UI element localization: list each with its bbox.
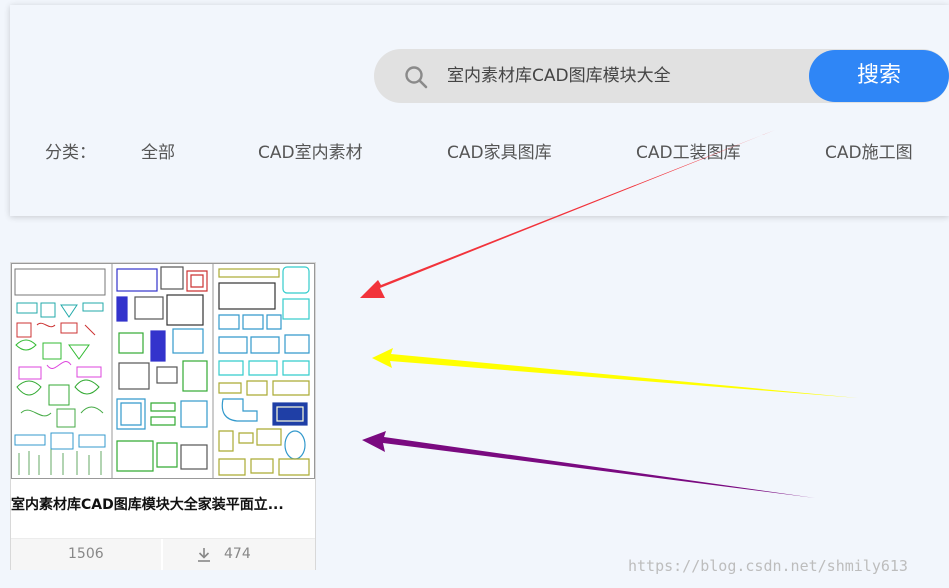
category-cad-construction[interactable]: CAD施工图: [825, 141, 913, 165]
category-cad-commercial[interactable]: CAD工装图库: [636, 141, 741, 165]
category-cad-interior[interactable]: CAD室内素材: [258, 141, 363, 165]
search-icon[interactable]: [404, 65, 428, 89]
download-count: 474: [224, 546, 251, 562]
yellow-arrow: [372, 348, 858, 398]
category-label: 分类：: [45, 143, 96, 163]
search-button[interactable]: 搜索: [809, 50, 949, 102]
view-count: 1506: [68, 546, 104, 562]
resource-thumbnail[interactable]: [11, 263, 315, 479]
category-cad-furniture[interactable]: CAD家具图库: [447, 141, 552, 165]
resource-title[interactable]: 室内素材库CAD图库模块大全家装平面立...: [11, 495, 315, 515]
search-input[interactable]: 室内素材库CAD图库模块大全: [447, 62, 671, 90]
stats-divider: [161, 539, 163, 570]
watermark: https://blog.csdn.net/shmily613: [628, 557, 908, 575]
purple-arrow: [362, 431, 815, 498]
download-icon[interactable]: [196, 547, 212, 563]
category-all[interactable]: 全部: [141, 141, 175, 165]
resource-stats: 1506 474: [11, 538, 315, 570]
resource-card[interactable]: 室内素材库CAD图库模块大全家装平面立... 1506 474: [10, 262, 316, 570]
search-panel: 室内素材库CAD图库模块大全 搜索 分类： 全部 CAD室内素材 CAD家具图库…: [10, 5, 949, 216]
